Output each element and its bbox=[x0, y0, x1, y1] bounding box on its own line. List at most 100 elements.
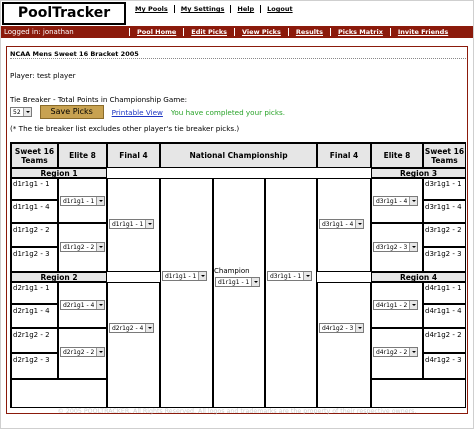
subnav-picks-matrix[interactable]: Picks Matrix bbox=[330, 28, 390, 36]
page: PoolTracker My Pools My Settings Help Lo… bbox=[0, 0, 474, 429]
elite8-r3-top-select[interactable]: d3r1g1 - 4 bbox=[373, 196, 419, 206]
elite8-r1-top-select[interactable]: d1r1g1 - 1 bbox=[60, 196, 106, 206]
elite8-r2-top-value: d2r1g1 - 4 bbox=[63, 301, 95, 309]
elite8-r2-bottom-value: d2r1g2 - 2 bbox=[63, 348, 95, 356]
final4-r2-select[interactable]: d2r1g2 - 4 bbox=[109, 323, 155, 333]
chevron-down-icon bbox=[355, 324, 364, 332]
elite8-r4-bottom-value: d4r1g2 - 2 bbox=[376, 348, 408, 356]
final4-r2-value: d2r1g2 - 4 bbox=[112, 324, 144, 332]
tiebreaker-select[interactable]: 52 bbox=[10, 107, 32, 117]
subnav-pool-home[interactable]: Pool Home bbox=[129, 28, 183, 36]
team-r3-3: d3r1g2 - 2 bbox=[425, 226, 462, 234]
chevron-down-icon bbox=[145, 324, 154, 332]
elite8-r3-bottom-value: d3r1g2 - 3 bbox=[376, 243, 408, 251]
tiebreaker-row: 52 Save Picks Printable View You have co… bbox=[10, 105, 285, 119]
elite8-r3-top-value: d3r1g1 - 4 bbox=[376, 197, 408, 205]
sub-nav: Pool Home Edit Picks View Picks Results … bbox=[129, 26, 455, 38]
team-r4-4: d4r1g2 - 3 bbox=[425, 356, 462, 364]
final4-cell-r4 bbox=[317, 282, 371, 408]
elite8-r2-bottom-select[interactable]: d2r1g2 - 2 bbox=[60, 347, 106, 357]
elite8-r4-top-select[interactable]: d4r1g1 - 2 bbox=[373, 300, 419, 310]
chevron-down-icon bbox=[96, 301, 105, 309]
elite8-r3-bottom-select[interactable]: d3r1g2 - 3 bbox=[373, 242, 419, 252]
chevron-down-icon bbox=[145, 220, 154, 228]
final4-r1-select[interactable]: d1r1g1 - 1 bbox=[109, 219, 155, 229]
top-nav: My Pools My Settings Help Logout bbox=[129, 5, 299, 13]
header-elite8-right: Elite 8 bbox=[371, 143, 423, 168]
footer-copyright: © 2005 POOLTRACKER. All Rights Reserved.… bbox=[57, 408, 417, 415]
tiebreaker-value: 52 bbox=[13, 108, 21, 116]
subnav-invite-friends[interactable]: Invite Friends bbox=[389, 28, 455, 36]
header-sweet16-right: Sweet 16 Teams bbox=[423, 143, 466, 168]
region-1-header: Region 1 bbox=[11, 168, 107, 178]
team-r4-1: d4r1g1 - 1 bbox=[425, 284, 462, 292]
champ-center-cell bbox=[213, 178, 265, 408]
header-championship: National Championship bbox=[160, 143, 317, 168]
title-divider bbox=[10, 58, 466, 59]
chevron-down-icon bbox=[409, 301, 418, 309]
chevron-down-icon bbox=[96, 348, 105, 356]
spacer-cell bbox=[11, 379, 107, 408]
region-2-header: Region 2 bbox=[11, 272, 107, 282]
chevron-down-icon bbox=[198, 272, 207, 280]
championship-right-select[interactable]: d3r1g1 - 1 bbox=[267, 271, 313, 281]
champ-left-cell bbox=[160, 178, 213, 408]
bracket-table: Sweet 16 Teams Elite 8 Final 4 National … bbox=[10, 142, 466, 408]
subnav-view-picks[interactable]: View Picks bbox=[234, 28, 288, 36]
chevron-down-icon bbox=[409, 243, 418, 251]
player-name: Player: test player bbox=[10, 71, 76, 80]
chevron-down-icon bbox=[355, 220, 364, 228]
elite8-r4-bottom-select[interactable]: d4r1g2 - 2 bbox=[373, 347, 419, 357]
chevron-down-icon bbox=[96, 197, 105, 205]
printable-view-link[interactable]: Printable View bbox=[112, 108, 163, 117]
chevron-down-icon bbox=[409, 197, 418, 205]
team-r2-4: d2r1g2 - 3 bbox=[13, 356, 50, 364]
chevron-down-icon bbox=[96, 243, 105, 251]
team-r3-2: d3r1g1 - 4 bbox=[425, 203, 462, 211]
logged-in-label: Logged in: jonathan bbox=[1, 26, 129, 38]
team-r2-1: d2r1g1 - 1 bbox=[13, 284, 50, 292]
final4-r3-select[interactable]: d3r1g1 - 4 bbox=[319, 219, 365, 229]
chevron-down-icon bbox=[303, 272, 312, 280]
champion-value: d1r1g1 - 1 bbox=[218, 278, 250, 286]
subnav-edit-picks[interactable]: Edit Picks bbox=[183, 28, 234, 36]
subnav-results[interactable]: Results bbox=[287, 28, 330, 36]
team-r2-3: d2r1g2 - 2 bbox=[13, 331, 50, 339]
elite8-r1-bottom-select[interactable]: d1r1g2 - 2 bbox=[60, 242, 106, 252]
elite8-r1-top-value: d1r1g1 - 1 bbox=[63, 197, 95, 205]
team-r1-2: d1r1g1 - 4 bbox=[13, 203, 50, 211]
main-content: NCAA Mens Sweet 16 Bracket 2005 Player: … bbox=[6, 46, 468, 414]
championship-left-value: d1r1g1 - 1 bbox=[165, 272, 197, 280]
final4-cell-r2 bbox=[107, 282, 160, 408]
app-logo: PoolTracker bbox=[2, 2, 126, 25]
complete-message: You have completed your picks. bbox=[170, 107, 286, 117]
nav-logout[interactable]: Logout bbox=[261, 5, 298, 13]
nav-my-pools[interactable]: My Pools bbox=[129, 5, 175, 13]
champion-select[interactable]: d1r1g1 - 1 bbox=[215, 277, 261, 287]
final4-r4-select[interactable]: d4r1g2 - 3 bbox=[319, 323, 365, 333]
team-r2-2: d2r1g1 - 4 bbox=[13, 307, 50, 315]
header-final4-right: Final 4 bbox=[317, 143, 371, 168]
elite8-r4-top-value: d4r1g1 - 2 bbox=[376, 301, 408, 309]
tiebreaker-label: Tie Breaker - Total Points in Championsh… bbox=[10, 95, 188, 104]
champion-label: Champion bbox=[214, 267, 250, 275]
save-picks-button[interactable]: Save Picks bbox=[39, 105, 104, 119]
nav-my-settings[interactable]: My Settings bbox=[175, 5, 232, 13]
champ-right-cell bbox=[265, 178, 317, 408]
nav-bar: Logged in: jonathan Pool Home Edit Picks… bbox=[1, 26, 473, 38]
team-r1-1: d1r1g1 - 1 bbox=[13, 180, 50, 188]
championship-left-select[interactable]: d1r1g1 - 1 bbox=[162, 271, 208, 281]
final4-r4-value: d4r1g2 - 3 bbox=[322, 324, 354, 332]
chevron-down-icon bbox=[251, 278, 260, 286]
header-final4-left: Final 4 bbox=[107, 143, 160, 168]
header-elite8-left: Elite 8 bbox=[58, 143, 107, 168]
nav-help[interactable]: Help bbox=[231, 5, 262, 13]
elite8-r2-top-select[interactable]: d2r1g1 - 4 bbox=[60, 300, 106, 310]
team-r3-4: d3r1g2 - 3 bbox=[425, 250, 462, 258]
spacer-cell bbox=[371, 379, 466, 408]
elite8-r1-bottom-value: d1r1g2 - 2 bbox=[63, 243, 95, 251]
chevron-down-icon bbox=[22, 108, 31, 116]
final4-r3-value: d3r1g1 - 4 bbox=[322, 220, 354, 228]
header-sweet16-left: Sweet 16 Teams bbox=[11, 143, 58, 168]
team-r4-3: d4r1g2 - 2 bbox=[425, 331, 462, 339]
